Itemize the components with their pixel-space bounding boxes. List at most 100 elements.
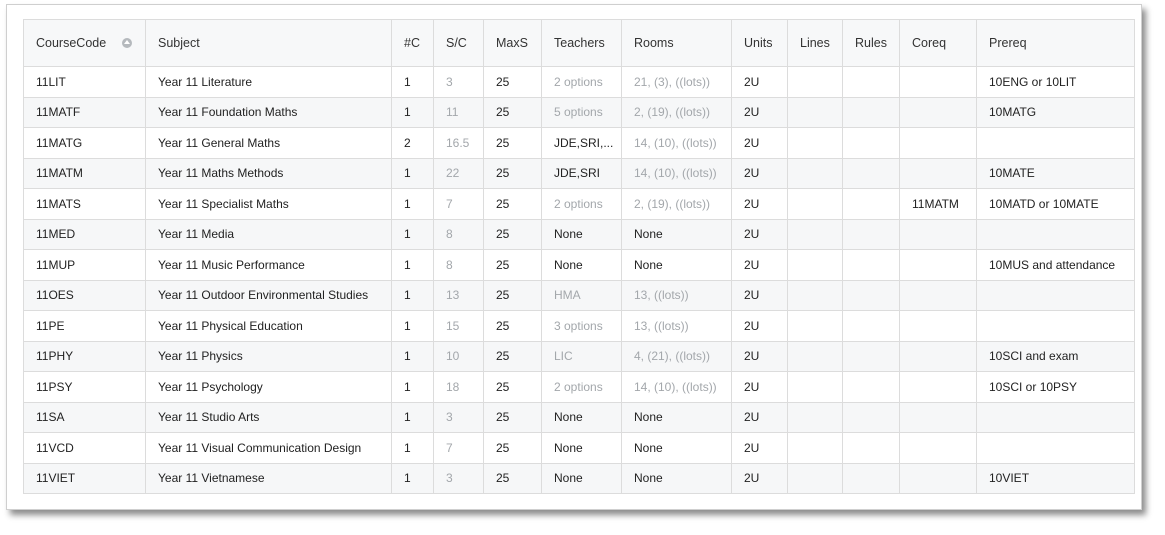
cell-units: 2U	[731, 249, 788, 281]
cell-teachers[interactable]: LIC	[541, 340, 622, 372]
column-header-label: Teachers	[554, 36, 605, 50]
cell-teachers[interactable]: 2 options	[541, 66, 622, 98]
table-row[interactable]: 11SA Year 11 Studio Arts 1 3 25 None None 2U	[23, 401, 1135, 433]
column-header-label: Units	[744, 36, 773, 50]
cell-rooms[interactable]: 21, (3), ((lots))	[621, 66, 732, 98]
cell-rooms[interactable]: 13, ((lots))	[621, 310, 732, 342]
cell-sc: 18	[433, 371, 484, 403]
cell-prereq	[976, 218, 1135, 250]
cell-c: 2	[391, 127, 434, 159]
cell-coreq	[899, 432, 977, 464]
column-header-coursecode[interactable]: CourseCode	[23, 19, 146, 67]
column-header-lines[interactable]: Lines	[787, 19, 843, 67]
cell-subject: Year 11 Vietnamese	[145, 462, 392, 494]
column-header-coreq[interactable]: Coreq	[899, 19, 977, 67]
cell-c: 1	[391, 96, 434, 128]
cell-code: 11SA	[23, 401, 146, 433]
cell-rules	[842, 127, 900, 159]
cell-rooms[interactable]: 2, (19), ((lots))	[621, 96, 732, 128]
cell-teachers[interactable]: None	[541, 218, 622, 250]
cell-rooms[interactable]: None	[621, 462, 732, 494]
cell-rooms[interactable]: None	[621, 249, 732, 281]
cell-rooms[interactable]: 13, ((lots))	[621, 279, 732, 311]
column-header-sc[interactable]: S/C	[433, 19, 484, 67]
cell-prereq: 10SCI or 10PSY	[976, 371, 1135, 403]
cell-teachers[interactable]: JDE,SRI,...	[541, 127, 622, 159]
cell-sc: 7	[433, 188, 484, 220]
cell-lines	[787, 188, 843, 220]
table-row[interactable]: 11MATS Year 11 Specialist Maths 1 7 25 2 opti…	[23, 188, 1135, 220]
cell-teachers[interactable]: None	[541, 462, 622, 494]
cell-teachers[interactable]: None	[541, 249, 622, 281]
column-header-rules[interactable]: Rules	[842, 19, 900, 67]
cell-maxs: 25	[483, 66, 542, 98]
cell-rules	[842, 96, 900, 128]
cell-teachers[interactable]: 2 options	[541, 188, 622, 220]
column-header-rooms[interactable]: Rooms	[621, 19, 732, 67]
cell-maxs: 25	[483, 218, 542, 250]
cell-rules	[842, 401, 900, 433]
cell-rules	[842, 432, 900, 464]
cell-sc: 3	[433, 66, 484, 98]
cell-prereq	[976, 432, 1135, 464]
cell-code: 11MATM	[23, 157, 146, 189]
cell-teachers[interactable]: 5 options	[541, 96, 622, 128]
cell-rooms[interactable]: 14, (10), ((lots))	[621, 371, 732, 403]
cell-rooms[interactable]: 2, (19), ((lots))	[621, 188, 732, 220]
cell-prereq: 10SCI and exam	[976, 340, 1135, 372]
cell-rooms[interactable]: 14, (10), ((lots))	[621, 157, 732, 189]
table-row[interactable]: 11MUP Year 11 Music Performance 1 8 25 None No…	[23, 249, 1135, 281]
cell-rooms[interactable]: None	[621, 218, 732, 250]
cell-prereq: 10MATG	[976, 96, 1135, 128]
cell-teachers[interactable]: JDE,SRI	[541, 157, 622, 189]
cell-teachers[interactable]: HMA	[541, 279, 622, 311]
cell-c: 1	[391, 279, 434, 311]
cell-teachers[interactable]: None	[541, 432, 622, 464]
cell-sc: 11	[433, 96, 484, 128]
table-row[interactable]: 11VIET Year 11 Vietnamese 1 3 25 None None 2U 10…	[23, 462, 1135, 494]
table-row[interactable]: 11PE Year 11 Physical Education 1 15 25 3 opt…	[23, 310, 1135, 342]
cell-prereq: 10ENG or 10LIT	[976, 66, 1135, 98]
cell-rooms[interactable]: 14, (10), ((lots))	[621, 127, 732, 159]
table-row[interactable]: 11LIT Year 11 Literature 1 3 25 2 options 21, …	[23, 66, 1135, 98]
cell-teachers[interactable]: None	[541, 401, 622, 433]
column-header-maxs[interactable]: MaxS	[483, 19, 542, 67]
table-row[interactable]: 11PHY Year 11 Physics 1 10 25 LIC 4, (21), ((l…	[23, 340, 1135, 372]
cell-c: 1	[391, 157, 434, 189]
cell-maxs: 25	[483, 371, 542, 403]
cell-rooms[interactable]: None	[621, 432, 732, 464]
column-header-subject[interactable]: Subject	[145, 19, 392, 67]
sort-ascending-icon[interactable]	[122, 38, 133, 48]
table-row[interactable]: 11PSY Year 11 Psychology 1 18 25 2 options 14,…	[23, 371, 1135, 403]
cell-coreq	[899, 218, 977, 250]
cell-lines	[787, 371, 843, 403]
table-row[interactable]: 11MATG Year 11 General Maths 2 16.5 25 JDE,SR…	[23, 127, 1135, 159]
column-header-teachers[interactable]: Teachers	[541, 19, 622, 67]
cell-subject: Year 11 Specialist Maths	[145, 188, 392, 220]
courses-panel: CourseCode Subject #C S/C MaxS Teachers …	[6, 4, 1142, 510]
cell-rooms[interactable]: None	[621, 401, 732, 433]
table-row[interactable]: 11OES Year 11 Outdoor Environmental Studi…	[23, 279, 1135, 311]
cell-prereq	[976, 401, 1135, 433]
cell-units: 2U	[731, 462, 788, 494]
cell-subject: Year 11 Physics	[145, 340, 392, 372]
cell-teachers[interactable]: 3 options	[541, 310, 622, 342]
cell-rules	[842, 249, 900, 281]
cell-code: 11MATS	[23, 188, 146, 220]
cell-units: 2U	[731, 157, 788, 189]
cell-teachers[interactable]: 2 options	[541, 371, 622, 403]
table-row[interactable]: 11MED Year 11 Media 1 8 25 None None 2U	[23, 218, 1135, 250]
column-header-prereq[interactable]: Prereq	[976, 19, 1135, 67]
table-row[interactable]: 11MATM Year 11 Maths Methods 1 22 25 JDE,SRI 1…	[23, 157, 1135, 189]
cell-rooms[interactable]: 4, (21), ((lots))	[621, 340, 732, 372]
cell-maxs: 25	[483, 432, 542, 464]
column-header-units[interactable]: Units	[731, 19, 788, 67]
cell-lines	[787, 218, 843, 250]
table-header-row: CourseCode Subject #C S/C MaxS Teachers …	[23, 19, 1135, 67]
column-header-label: Coreq	[912, 36, 947, 50]
cell-maxs: 25	[483, 401, 542, 433]
column-header-c[interactable]: #C	[391, 19, 434, 67]
table-row[interactable]: 11MATF Year 11 Foundation Maths 1 11 25 5 opt…	[23, 96, 1135, 128]
table-row[interactable]: 11VCD Year 11 Visual Communication Design…	[23, 432, 1135, 464]
cell-rules	[842, 279, 900, 311]
